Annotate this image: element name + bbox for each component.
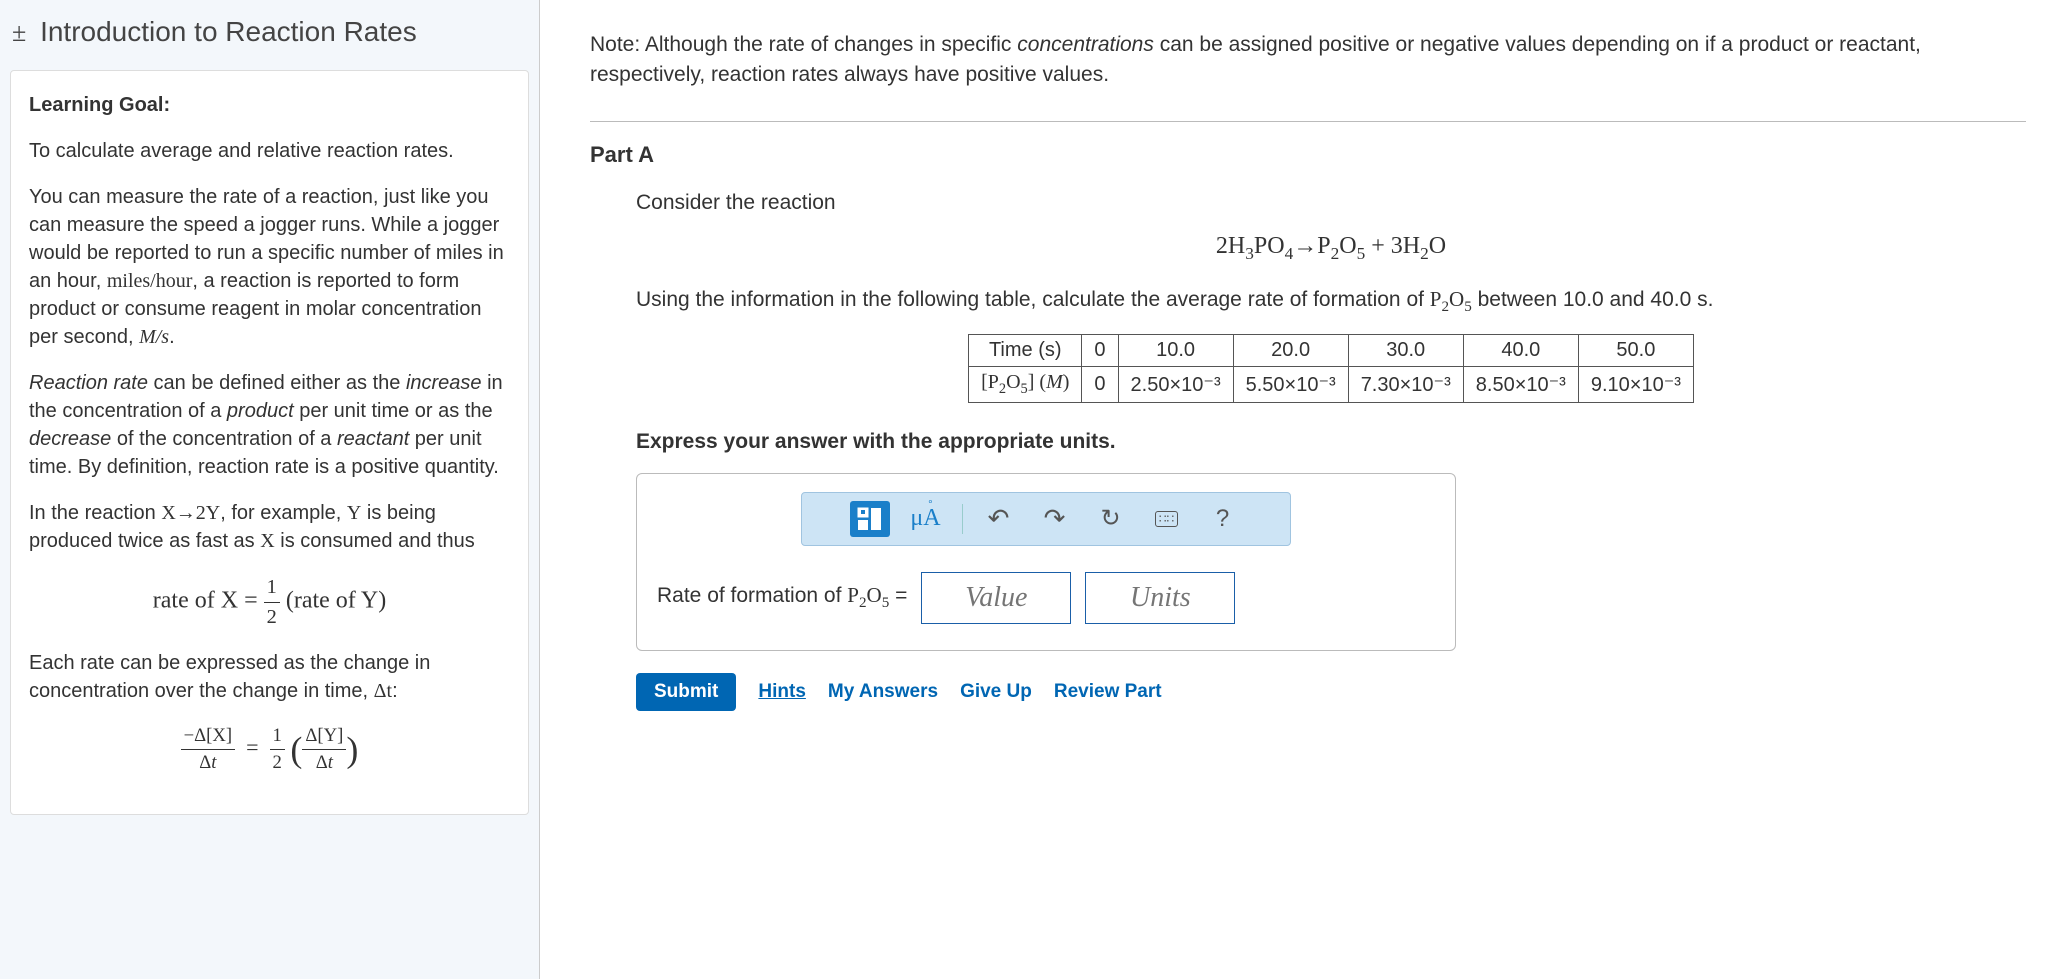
- learning-goal-text: To calculate average and relative reacti…: [29, 137, 510, 165]
- learning-p4: Each rate can be expressed as the change…: [29, 649, 510, 705]
- toolbar-divider: [962, 504, 963, 534]
- rate-equation-1: rate of X = 12 (rate of Y): [29, 573, 510, 631]
- express-instruction: Express your answer with the appropriate…: [636, 430, 1116, 453]
- review-part-link[interactable]: Review Part: [1054, 681, 1162, 703]
- main-content: Note: Although the rate of changes in sp…: [540, 0, 2046, 979]
- value-input[interactable]: [921, 572, 1071, 624]
- learning-goal-box: Learning Goal: To calculate average and …: [10, 70, 529, 815]
- col-header-conc: [P2O5] (M): [969, 367, 1082, 403]
- answer-input-row: Rate of formation of P2O5 =: [657, 572, 1435, 624]
- table-row: [P2O5] (M) 0 2.50×10⁻³ 5.50×10⁻³ 7.30×10…: [969, 367, 1694, 403]
- help-button[interactable]: ?: [1203, 501, 1243, 537]
- submit-button[interactable]: Submit: [636, 673, 736, 711]
- instruction-text: Using the information in the following t…: [636, 284, 2026, 319]
- expand-collapse-icon[interactable]: ±: [12, 18, 26, 47]
- give-up-link[interactable]: Give Up: [960, 681, 1032, 703]
- keyboard-button[interactable]: ∷∷: [1147, 501, 1187, 537]
- rate-equation-2: −Δ[X]Δt = 12 (Δ[Y]Δt): [29, 723, 510, 776]
- reset-button[interactable]: ↻: [1091, 501, 1131, 537]
- redo-button[interactable]: ↷: [1035, 501, 1075, 537]
- answer-box: μA∘ ↶ ↷ ↻ ∷∷ ? Rate of formation of P2O5…: [636, 473, 1456, 651]
- templates-button[interactable]: [850, 501, 890, 537]
- part-a-heading: Part A: [590, 142, 2026, 168]
- learning-p3: In the reaction X→2Y, for example, Y is …: [29, 499, 510, 555]
- assignment-title[interactable]: ± Introduction to Reaction Rates: [0, 0, 539, 60]
- learning-goal-heading: Learning Goal:: [29, 94, 170, 116]
- undo-button[interactable]: ↶: [979, 501, 1019, 537]
- note-text: Note: Although the rate of changes in sp…: [590, 30, 2026, 91]
- units-input[interactable]: [1085, 572, 1235, 624]
- action-row: Submit Hints My Answers Give Up Review P…: [636, 673, 2026, 711]
- equation-toolbar: μA∘ ↶ ↷ ↻ ∷∷ ?: [801, 492, 1291, 546]
- data-table: Time (s) 0 10.0 20.0 30.0 40.0 50.0 [P2O…: [968, 334, 1694, 403]
- divider: [590, 121, 2026, 122]
- my-answers-link[interactable]: My Answers: [828, 681, 938, 703]
- sidebar-panel: ± Introduction to Reaction Rates Learnin…: [0, 0, 540, 979]
- consider-text: Consider the reaction: [636, 188, 2026, 218]
- hints-link[interactable]: Hints: [758, 681, 806, 703]
- title-text: Introduction to Reaction Rates: [40, 16, 417, 47]
- symbols-button[interactable]: μA∘: [906, 501, 946, 537]
- learning-p2: Reaction rate can be defined either as t…: [29, 369, 510, 481]
- learning-p1: You can measure the rate of a reaction, …: [29, 183, 510, 351]
- table-row: Time (s) 0 10.0 20.0 30.0 40.0 50.0: [969, 335, 1694, 367]
- chemical-equation: 2H3PO4→P2O5 + 3H2O: [636, 233, 2026, 264]
- col-header-time: Time (s): [969, 335, 1082, 367]
- answer-label: Rate of formation of P2O5 =: [657, 583, 907, 612]
